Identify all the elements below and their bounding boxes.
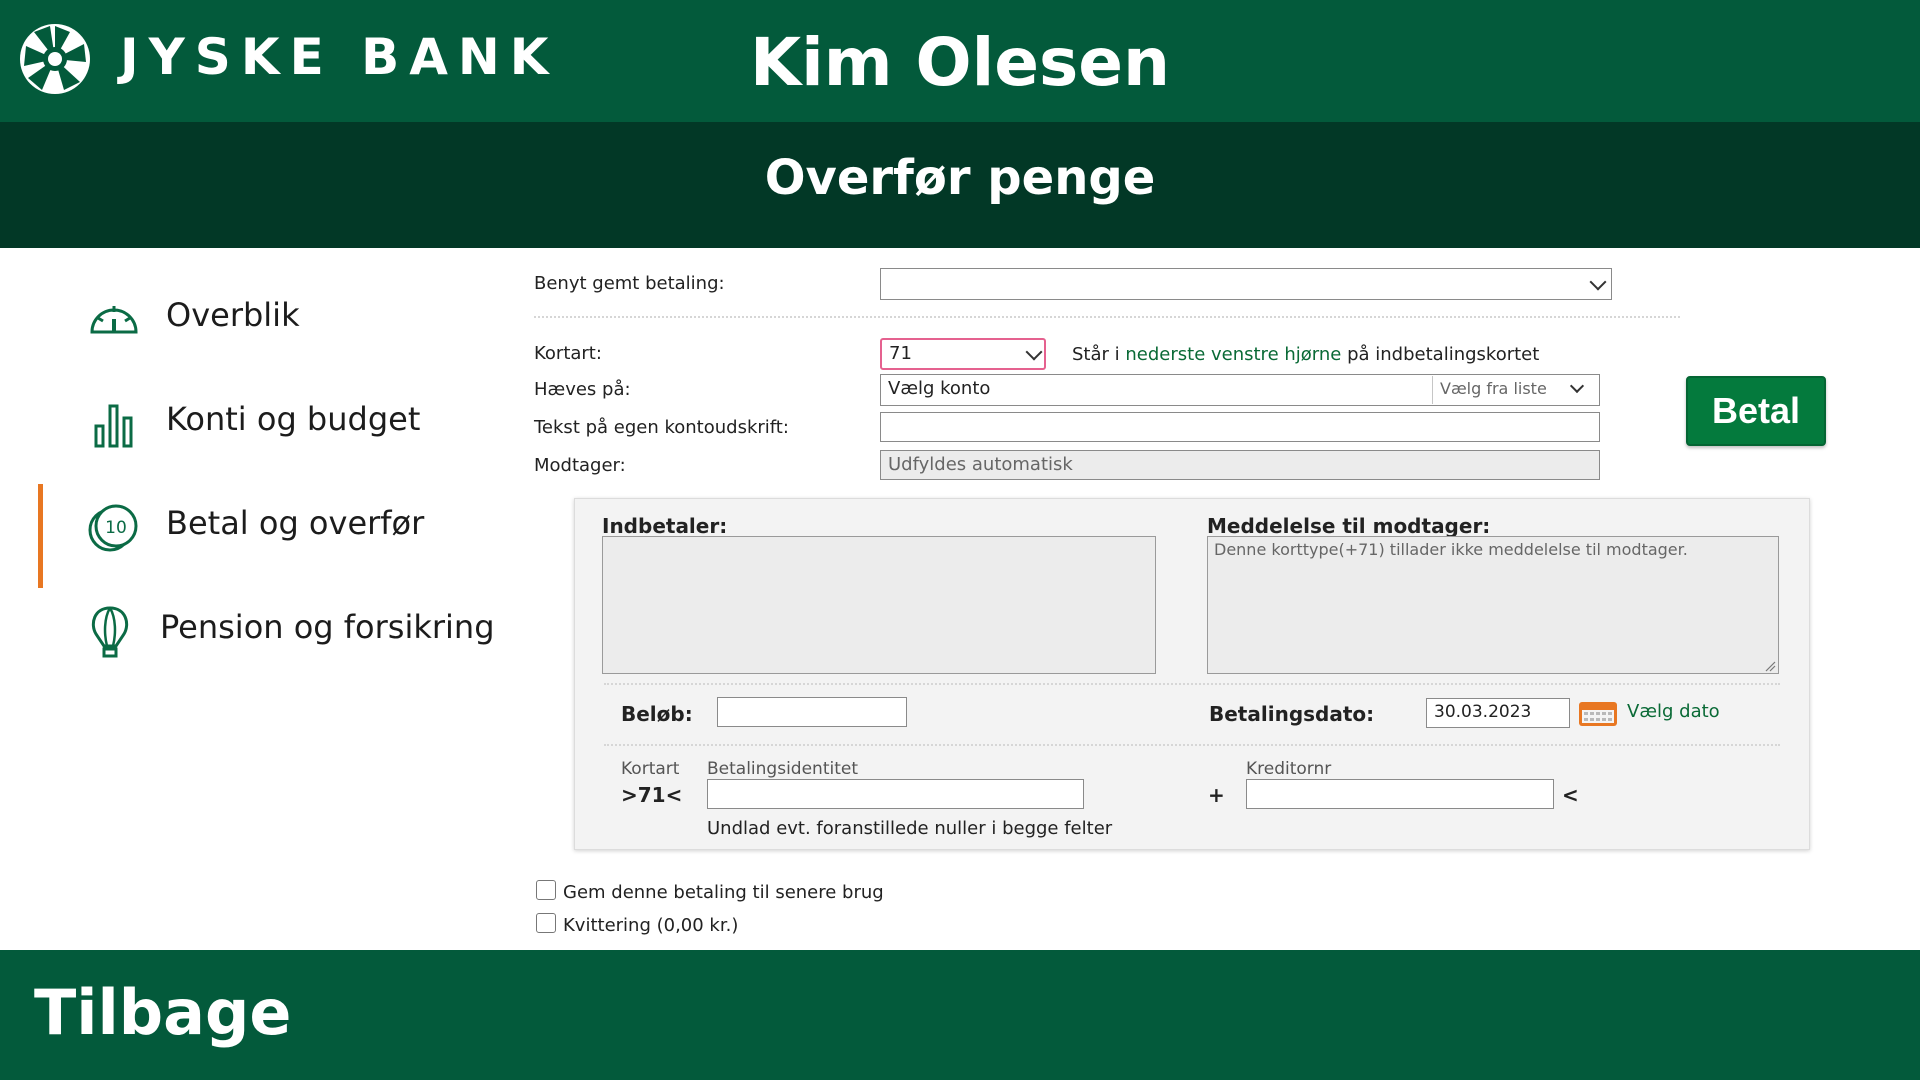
back-button[interactable]: Tilbage — [34, 976, 291, 1049]
amount-label: Beløb: — [621, 702, 693, 726]
save-payment-label: Gem denne betaling til senere brug — [563, 882, 884, 903]
bar-chart-icon — [94, 404, 133, 448]
divider — [1432, 376, 1433, 404]
plus-sign: + — [1208, 783, 1225, 807]
page-title: Overfør penge — [764, 150, 1156, 206]
choose-from-list-dropdown[interactable]: Vælg fra liste — [1440, 379, 1547, 398]
payment-date-input[interactable]: 30.03.2023 — [1426, 698, 1570, 728]
divider — [534, 316, 1680, 318]
payer-textarea[interactable] — [602, 536, 1156, 674]
card-type-hint: Står i nederste venstre hjørne på indbet… — [1072, 344, 1539, 365]
pay-button[interactable]: Betal — [1686, 376, 1826, 446]
message-textarea[interactable]: Denne korttype(+71) tillader ikke meddel… — [1207, 536, 1779, 674]
saved-payment-select[interactable] — [880, 268, 1612, 300]
choose-date-link[interactable]: Vælg dato — [1627, 701, 1720, 722]
card-hint-text: Står i — [1072, 344, 1120, 365]
card-type-label: Kortart: — [534, 343, 602, 364]
recipient-label: Modtager: — [534, 455, 626, 476]
payer-heading: Indbetaler: — [602, 514, 728, 538]
resize-handle-icon[interactable] — [1764, 660, 1776, 672]
less-than-sign: < — [1562, 783, 1579, 807]
divider — [604, 744, 1780, 746]
sidebar-item-konti-og-budget[interactable]: Konti og budget — [0, 372, 520, 472]
user-name: Kim Olesen — [749, 24, 1171, 101]
leading-zeros-hint: Undlad evt. foranstillede nuller i begge… — [707, 818, 1113, 839]
creditor-label: Kreditornr — [1246, 759, 1332, 779]
sidebar-item-label: Pension og forsikring — [160, 608, 495, 646]
card-hint-text: på indbetalingskortet — [1347, 344, 1540, 365]
divider — [604, 683, 1780, 685]
sidebar-item-label: Overblik — [166, 296, 300, 334]
recipient-field: Udfyldes automatisk — [880, 450, 1600, 480]
coins-icon: 10 — [88, 504, 138, 552]
card-hint-link[interactable]: nederste venstre hjørne — [1125, 344, 1341, 365]
withdraw-label: Hæves på: — [534, 379, 631, 400]
message-heading: Meddelelse til modtager: — [1207, 514, 1491, 538]
calendar-icon[interactable] — [1578, 700, 1618, 728]
receipt-label: Kvittering (0,00 kr.) — [563, 915, 739, 936]
card-type-code: >71< — [621, 783, 683, 807]
svg-text:10: 10 — [105, 518, 127, 538]
save-payment-checkbox[interactable] — [536, 880, 556, 900]
card-type-small-label: Kortart — [621, 759, 680, 779]
saved-payment-label: Benyt gemt betaling: — [534, 273, 725, 294]
payment-id-input[interactable] — [707, 779, 1084, 809]
payment-date-label: Betalingsdato: — [1209, 702, 1375, 726]
receipt-checkbox[interactable] — [536, 913, 556, 933]
amount-input[interactable] — [717, 697, 907, 727]
card-type-select[interactable]: 71 — [880, 338, 1046, 370]
own-statement-text-input[interactable] — [880, 412, 1600, 442]
hot-air-balloon-icon — [91, 606, 129, 658]
sidebar-item-label: Betal og overfør — [166, 504, 425, 542]
sidebar-item-betal-og-overfoer[interactable]: 10 Betal og overfør — [0, 476, 520, 576]
sidebar-item-label: Konti og budget — [166, 400, 421, 438]
sidebar-item-pension-og-forsikring[interactable]: Pension og forsikring — [0, 580, 520, 680]
sidebar-item-overblik[interactable]: Overblik — [0, 268, 520, 368]
own-text-label: Tekst på egen kontoudskrift: — [534, 417, 789, 438]
payment-id-label: Betalingsidentitet — [707, 759, 858, 779]
gauge-icon — [90, 306, 138, 334]
withdraw-account-value: Vælg konto — [888, 378, 991, 399]
creditor-number-input[interactable] — [1246, 779, 1554, 809]
